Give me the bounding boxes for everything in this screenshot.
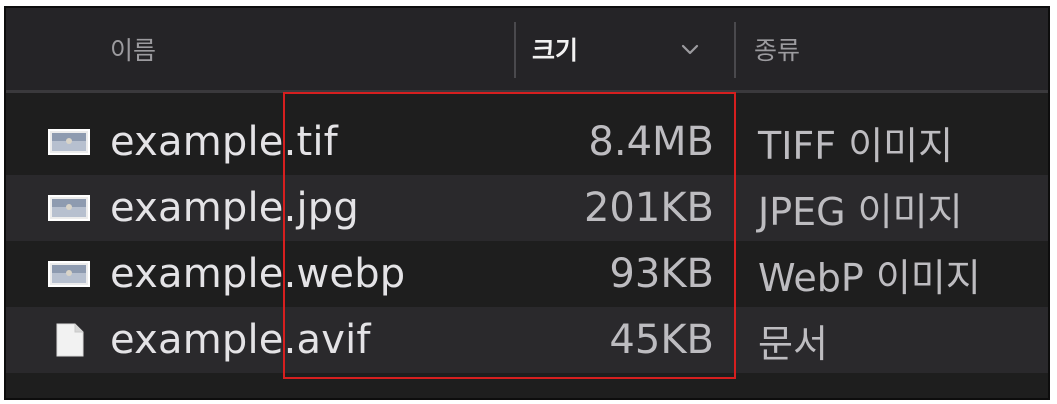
image-thumbnail-icon [48,195,90,221]
column-header-name[interactable]: 이름 [110,8,156,90]
file-row[interactable]: example.avif 45KB 문서 [6,307,1048,373]
file-kind: 문서 [758,321,828,366]
file-kind: TIFF 이미지 [758,123,954,168]
file-name: example.tif [110,119,338,165]
column-header-bar: 이름 크기 종류 [6,8,1048,93]
file-size: 93KB [609,251,714,297]
file-row[interactable]: example.webp 93KB WebP 이미지 [6,241,1048,307]
column-header-name-label: 이름 [110,36,157,65]
column-divider[interactable] [734,22,736,78]
file-row[interactable]: example.tif 8.4MB TIFF 이미지 [6,109,1048,175]
document-icon [56,323,84,357]
file-kind: JPEG 이미지 [758,189,963,234]
file-size: 45KB [609,317,714,363]
finder-list-view: 이름 크기 종류 example.tif 8.4MB TIFF 이미지 exam… [4,6,1050,400]
file-kind: WebP 이미지 [758,255,981,300]
column-header-kind[interactable]: 종류 [754,8,800,90]
file-size: 201KB [583,185,714,231]
image-thumbnail-icon [48,129,90,155]
column-divider[interactable] [514,22,516,78]
column-header-kind-label: 종류 [754,36,801,65]
column-header-size-label: 크기 [532,36,579,65]
file-name: example.jpg [110,185,359,231]
image-thumbnail-icon [48,261,90,287]
file-size: 8.4MB [588,119,714,165]
file-name: example.avif [110,317,371,363]
chevron-down-icon[interactable] [678,37,702,61]
file-name: example.webp [110,251,406,297]
file-row[interactable]: example.jpg 201KB JPEG 이미지 [6,175,1048,241]
column-header-size[interactable]: 크기 [532,8,578,90]
